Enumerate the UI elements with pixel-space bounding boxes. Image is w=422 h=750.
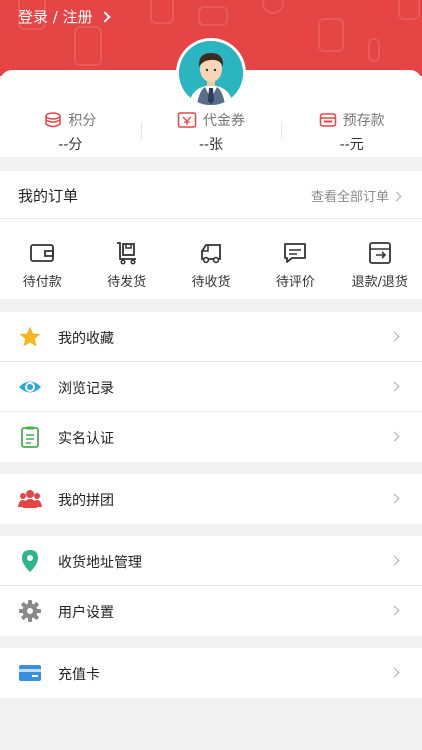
wallet-icon — [30, 244, 55, 262]
order-pending-review[interactable]: 待评价 — [253, 219, 337, 299]
comment-icon — [284, 243, 307, 263]
truck-icon — [201, 244, 221, 264]
menu-realname-verification-label: 实名认证 — [58, 431, 114, 447]
order-pending-receipt-label: 待收货 — [191, 275, 231, 290]
gear-icon — [19, 600, 41, 622]
menu-realname-verification[interactable]: 实名认证 — [0, 412, 422, 462]
eye-icon — [19, 381, 41, 393]
avatar[interactable] — [176, 38, 246, 108]
order-pending-payment-label: 待付款 — [22, 275, 62, 290]
chevron-right-icon — [389, 493, 400, 504]
stats-bar: 积分 --分 代金券 --张 预存款 --元 — [0, 108, 422, 154]
wallet-icon — [319, 113, 336, 127]
chevron-right-icon — [389, 381, 400, 392]
login-register-label: 登录 / 注册 — [18, 8, 93, 26]
stat-vouchers[interactable]: 代金券 --张 — [140, 108, 282, 154]
user-avatar-icon — [179, 41, 243, 105]
menu-group-buy-label: 我的拼团 — [58, 493, 114, 509]
view-all-orders-link[interactable]: 查看全部订单 — [310, 186, 402, 205]
menu-recharge-card-label: 充值卡 — [58, 667, 100, 683]
my-orders-header: 我的订单 查看全部订单 — [0, 171, 422, 219]
order-refund-return[interactable]: 退款/退货 — [338, 219, 422, 299]
menu-favorites-label: 我的收藏 — [58, 331, 114, 347]
stat-vouchers-value: --张 — [198, 137, 224, 153]
stat-points-value: --分 — [58, 137, 83, 153]
order-status-bar: 待付款 待发货 待收货 待评价 退款/退货 — [0, 219, 422, 299]
menu-recharge-card[interactable]: 充值卡 — [0, 648, 422, 698]
coins-icon — [45, 112, 62, 128]
card-icon — [19, 665, 41, 681]
menu-user-settings[interactable]: 用户设置 — [0, 586, 422, 636]
menu-address-management-label: 收货地址管理 — [58, 555, 142, 571]
menu-group-buy[interactable]: 我的拼团 — [0, 474, 422, 524]
order-refund-return-label: 退款/退货 — [351, 275, 409, 290]
chevron-right-icon — [389, 431, 400, 442]
stat-deposit[interactable]: 预存款 --元 — [281, 108, 422, 154]
stat-points[interactable]: 积分 --分 — [0, 108, 141, 154]
login-register-link[interactable]: 登录 / 注册 — [18, 6, 111, 27]
chevron-right-icon — [389, 331, 400, 342]
chevron-right-icon — [389, 555, 400, 566]
menu-history[interactable]: 浏览记录 — [0, 362, 422, 412]
order-pending-shipment[interactable]: 待发货 — [84, 219, 168, 299]
chevron-right-icon — [389, 667, 400, 678]
menu-user-settings-label: 用户设置 — [58, 605, 114, 621]
group-icon — [18, 490, 42, 508]
chevron-right-icon — [391, 191, 402, 202]
order-pending-payment[interactable]: 待付款 — [0, 219, 84, 299]
cart-box-icon — [116, 242, 136, 265]
stat-vouchers-label: 代金券 — [203, 113, 245, 129]
order-pending-receipt[interactable]: 待收货 — [169, 219, 253, 299]
voucher-icon — [177, 112, 197, 128]
star-icon — [19, 326, 41, 347]
return-icon — [368, 242, 391, 264]
menu-address-management[interactable]: 收货地址管理 — [0, 536, 422, 586]
stat-deposit-value: --元 — [339, 137, 364, 153]
chevron-right-icon — [98, 10, 111, 23]
stat-points-label: 积分 — [68, 113, 97, 129]
menu-favorites[interactable]: 我的收藏 — [0, 312, 422, 362]
location-pin-icon — [22, 550, 38, 572]
id-doc-icon — [21, 426, 39, 448]
order-pending-shipment-label: 待发货 — [107, 275, 147, 290]
view-all-orders-label: 查看全部订单 — [310, 190, 389, 205]
chevron-right-icon — [389, 605, 400, 616]
my-orders-title: 我的订单 — [18, 187, 79, 205]
order-pending-review-label: 待评价 — [275, 275, 315, 290]
stat-deposit-label: 预存款 — [342, 113, 385, 129]
menu-history-label: 浏览记录 — [58, 381, 114, 397]
